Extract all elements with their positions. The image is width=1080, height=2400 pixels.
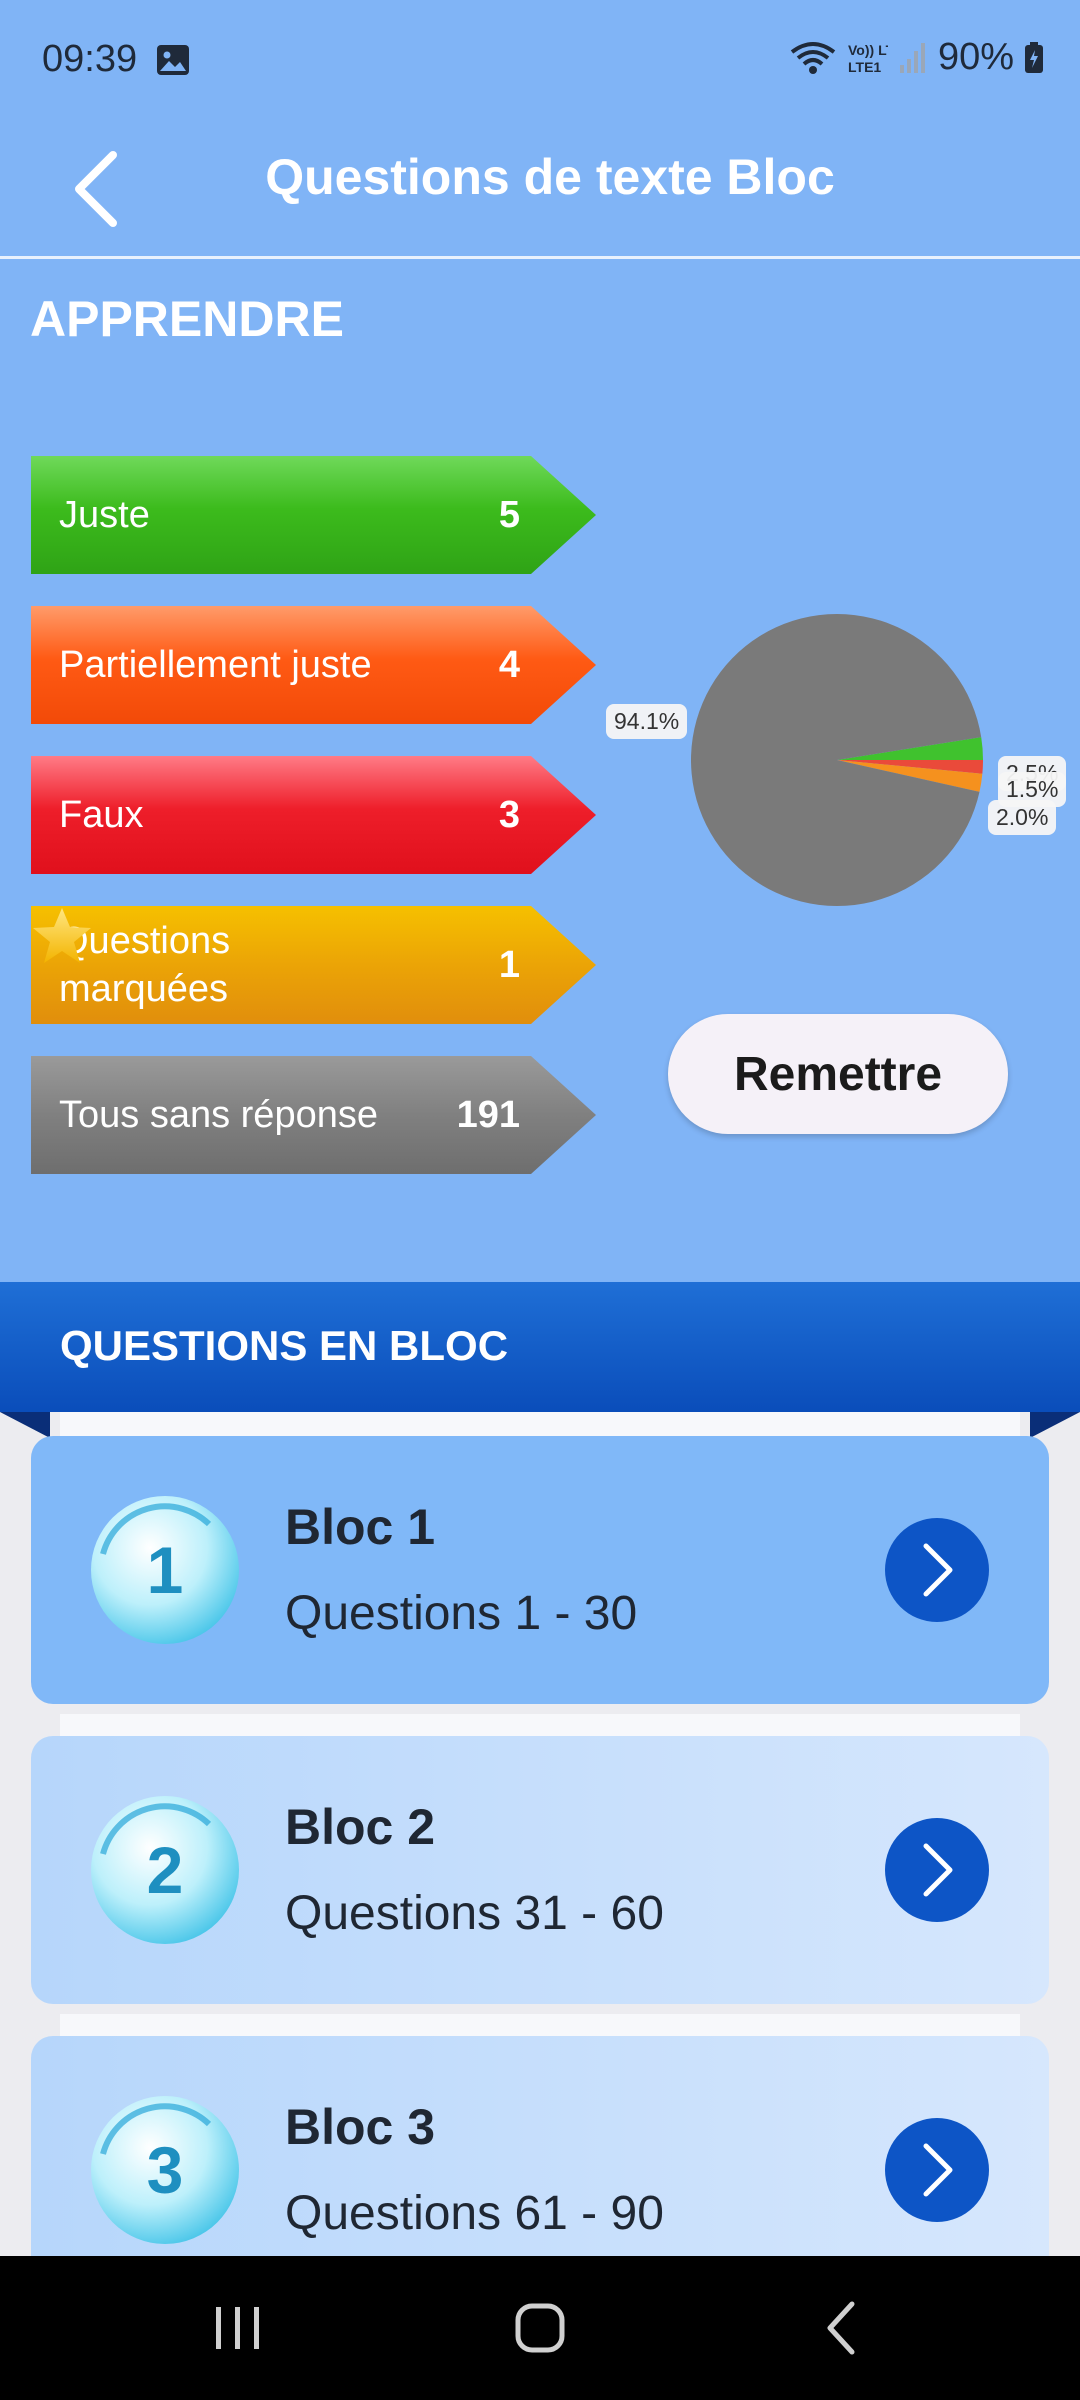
block-number: 1 [146,1533,184,1607]
stat-label: Faux [59,794,144,836]
stat-count: 1 [498,943,520,986]
block-title: Bloc 1 [285,1499,436,1555]
reset-button[interactable]: Remettre [668,1014,1008,1134]
stat-label: Tous sans réponse [59,1094,378,1136]
block-open-button[interactable] [885,2118,989,2222]
stat-label: Partiellement juste [59,644,372,686]
stat-count: 4 [498,643,520,686]
block-title: Bloc 2 [285,1799,436,1855]
pie-chart: 94.1% 2.5% 1.5% 2.0% [600,600,1070,940]
battery-charging-icon [1025,41,1043,73]
volte-icon: Vo)) LTE1 LTE1 [848,42,888,75]
block-subtitle: Questions 31 - 60 [285,1887,664,1940]
stat-count: 3 [498,793,520,836]
status-bar: 09:39 Vo)) LTE1 LTE1 90% [0,0,1080,124]
chevron-right-icon [923,2143,953,2197]
svg-text:Vo)) LTE1: Vo)) LTE1 [848,42,888,58]
block-subtitle: Questions 61 - 90 [285,2187,664,2240]
home-button[interactable] [440,2256,640,2400]
block-open-button[interactable] [885,1518,989,1622]
status-time: 09:39 [42,38,138,80]
stat-tag-partial[interactable]: Partiellement juste 4 [31,606,596,724]
block-item-2[interactable]: 2 Bloc 2 Questions 31 - 60 [31,1736,1049,2004]
blocks-header-title: QUESTIONS EN BLOC [60,1322,509,1369]
pie-label: 94.1% [606,704,688,739]
stat-count: 191 [456,1093,520,1136]
battery-percent: 90% [937,36,1014,78]
ribbon-fold [0,1412,50,1438]
nav-back-button[interactable] [742,2256,942,2400]
svg-text:LTE1: LTE1 [848,59,881,75]
stat-tag-correct[interactable]: Juste 5 [31,456,596,574]
block-item-3[interactable]: 3 Bloc 3 Questions 61 - 90 [31,2036,1049,2256]
status-indicators: Vo)) LTE1 LTE1 90% [790,36,1044,79]
ribbon-fold [1030,1412,1080,1438]
block-subtitle: Questions 1 - 30 [285,1587,638,1640]
back-icon [827,2301,855,2355]
block-title: Bloc 3 [285,2099,436,2155]
chevron-right-icon [923,1843,953,1897]
stat-count: 5 [498,493,520,536]
system-nav-bar [0,2256,1080,2400]
stat-label: Juste [59,494,150,536]
image-icon [157,45,189,75]
stat-tag-wrong[interactable]: Faux 3 [31,756,596,874]
chevron-right-icon [923,1543,953,1597]
wifi-icon [790,41,836,74]
app-bar: Questions de texte Bloc [0,124,1080,256]
pie-label: 2.0% [988,800,1057,835]
stat-label: Questions marquées [59,920,231,1010]
recents-icon [216,2307,259,2349]
blocks-header: QUESTIONS EN BLOC [0,1282,1080,1412]
block-number: 3 [146,2133,184,2207]
block-item-1[interactable]: 1 Bloc 1 Questions 1 - 30 [31,1436,1049,1704]
signal-icon [899,42,925,73]
stat-tag-unanswered[interactable]: Tous sans réponse 191 [31,1056,596,1174]
page-title: Questions de texte Bloc [265,149,835,205]
recents-button[interactable] [138,2256,338,2400]
divider-strip [60,1412,1020,1438]
star-icon [33,908,91,963]
blocks-section: QUESTIONS EN BLOC 1 Bloc 1 Questions 1 -… [0,1282,1080,2256]
section-title-learn: APPRENDRE [30,291,344,347]
block-number: 2 [146,1833,184,1907]
stat-tag-marked[interactable]: Questions marquées 1 [31,906,596,1024]
block-open-button[interactable] [885,1818,989,1922]
header-divider [0,256,1080,259]
home-icon [515,2303,565,2353]
